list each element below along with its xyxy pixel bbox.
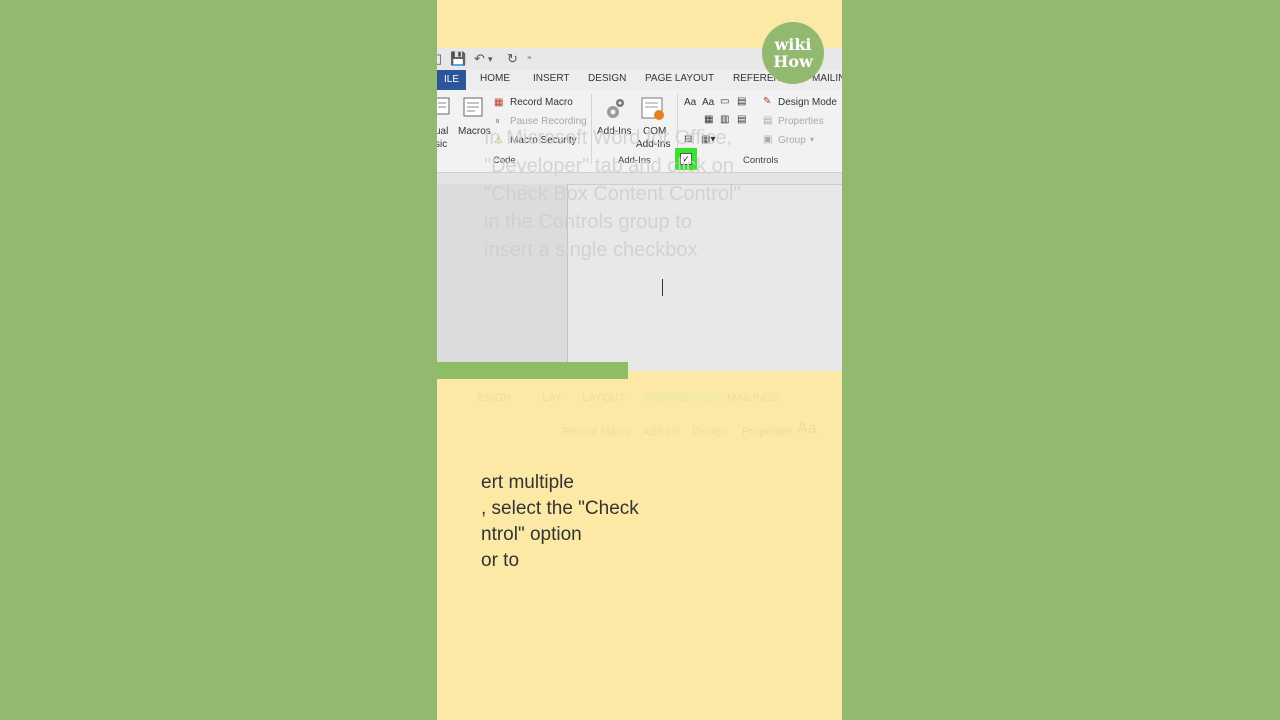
ghost-tab: MAILINGS: [727, 392, 780, 404]
wikihow-logo: wiki How: [762, 22, 824, 84]
window-icon: ▯: [437, 51, 443, 66]
overlay-line: In Microsoft Word for Office,: [484, 127, 733, 149]
visual-basic-label-1[interactable]: ual: [437, 126, 448, 137]
building-block-control-icon[interactable]: ▤: [737, 96, 746, 107]
progress-bar: [437, 362, 628, 379]
text-cursor: [662, 279, 663, 296]
tab-home[interactable]: HOME: [480, 73, 510, 84]
overlay-line: insert a single checkbox: [484, 239, 698, 261]
tab-design[interactable]: DESIGN: [588, 73, 626, 84]
overlay-line: "Check Box Content Control": [484, 183, 741, 205]
com-add-ins-icon: [641, 97, 664, 120]
design-mode-button[interactable]: Design Mode: [778, 97, 837, 108]
customize-qat-icon[interactable]: ⁼: [527, 54, 532, 65]
video-frame: ▯ 💾 ↶ ▾ ↻ ⁼ ILE HOME INSERT DESIGN PAGE …: [437, 0, 842, 720]
ghost-item: Add-Ins: [642, 426, 680, 438]
tab-mailings[interactable]: MAILIN: [812, 73, 842, 84]
ghost-tab: LAY: [542, 392, 562, 404]
ghost-tab: ESIGN: [477, 392, 512, 404]
picture-control-icon[interactable]: ▭: [720, 96, 729, 107]
dropdown-arrow-icon[interactable]: ▾: [488, 54, 493, 65]
save-icon[interactable]: 💾: [450, 51, 466, 67]
visual-basic-icon: [437, 97, 450, 115]
ghost-tab: REFERENCES: [645, 392, 721, 404]
overlay-line: in the Controls group to: [484, 211, 692, 233]
record-macro-button[interactable]: Record Macro: [510, 97, 573, 108]
ghost-item: Aa: [797, 420, 817, 437]
visual-basic-label-2[interactable]: sic: [437, 139, 447, 150]
plain-text-control-icon[interactable]: Aa: [702, 97, 714, 108]
add-ins-gear-icon: [607, 99, 624, 118]
ghost-tab: LAYOUT: [582, 392, 626, 404]
ghost-item: Design: [692, 426, 727, 438]
tab-insert[interactable]: INSERT: [533, 73, 570, 84]
record-macro-icon: ▦: [494, 97, 504, 108]
fading-instruction-text: In Microsoft Word for Office, "Developer…: [484, 124, 814, 264]
caption-line: ntrol" option: [481, 524, 582, 545]
tab-page-layout[interactable]: PAGE LAYOUT: [645, 73, 714, 84]
design-mode-icon: ✎: [763, 96, 772, 107]
logo-how: How: [773, 52, 813, 71]
undo-icon[interactable]: ↶: [474, 51, 485, 67]
redo-icon[interactable]: ↻: [507, 51, 518, 67]
caption-line: , select the "Check: [481, 498, 639, 519]
word-window: ▯ 💾 ↶ ▾ ↻ ⁼ ILE HOME INSERT DESIGN PAGE …: [437, 48, 842, 371]
tab-file[interactable]: ILE: [437, 70, 466, 90]
overlay-line: "Developer" tab and click on: [484, 155, 734, 177]
caption-line: or to: [481, 550, 520, 571]
rich-text-control-icon[interactable]: Aa: [684, 97, 696, 108]
caption-line: ert multiple: [481, 472, 574, 493]
macros-icon: [463, 97, 483, 117]
logo-wiki: wiki: [774, 35, 812, 54]
ghost-item: Properties: [742, 426, 793, 438]
instruction-caption: ert multiple , select the "Check ntrol" …: [481, 470, 639, 574]
ghost-item: Record Macro: [562, 426, 632, 438]
